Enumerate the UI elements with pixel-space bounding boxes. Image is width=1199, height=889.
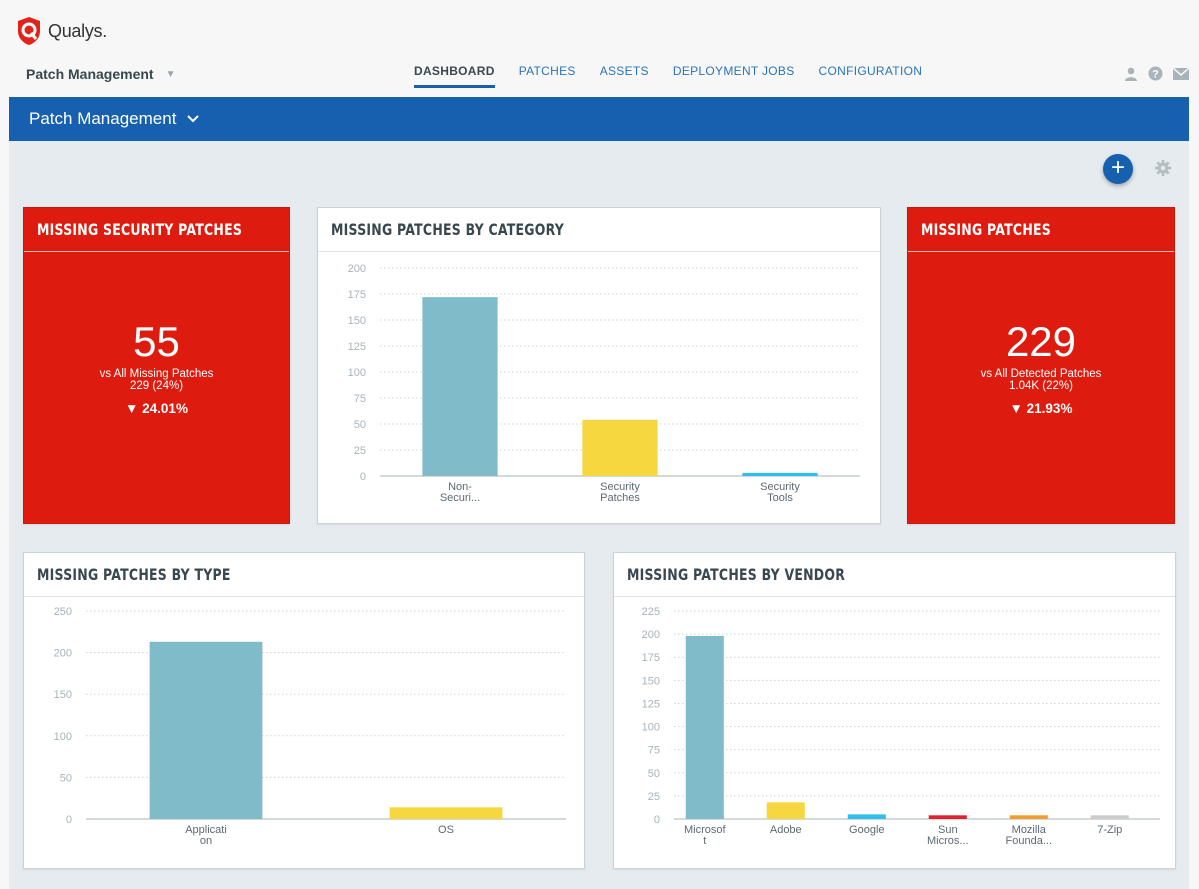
kpi-comparison-label: vs All Missing Patches (99, 368, 214, 380)
bar (422, 297, 498, 476)
bar (389, 807, 503, 819)
kpi-comparison: vs All Missing Patches 229 (24%) (24, 368, 289, 392)
add-widget-button[interactable]: + (1103, 154, 1133, 184)
dashboard-title: Patch Management (29, 109, 177, 128)
y-tick-label: 50 (648, 768, 660, 780)
bar (582, 419, 658, 476)
y-tick-label: 0 (66, 814, 72, 826)
app-name-label: Patch Management (26, 66, 154, 82)
y-tick-label: 25 (354, 445, 366, 457)
y-tick-label: 150 (348, 315, 366, 327)
chevron-down-icon (187, 115, 200, 123)
y-tick-label: 225 (642, 606, 660, 618)
x-tick-label: Micros... (927, 835, 969, 847)
y-tick-label: 200 (642, 629, 660, 641)
widget-title: MISSING PATCHES (908, 208, 1174, 252)
y-tick-label: 75 (354, 393, 366, 405)
y-tick-label: 25 (648, 791, 660, 803)
y-tick-label: 125 (642, 698, 660, 710)
y-tick-label: 0 (360, 471, 366, 483)
top-bar: Qualys. Patch Management ▼ DASHBOARD PAT… (0, 0, 1199, 96)
top-icons: ? (1124, 66, 1189, 81)
x-tick-label: Founda... (1006, 835, 1052, 847)
bar (149, 641, 263, 819)
x-tick-label: t (703, 835, 706, 847)
tab-dashboard[interactable]: DASHBOARD (414, 64, 495, 88)
x-tick-label: Adobe (770, 824, 802, 836)
tab-deployment-jobs[interactable]: DEPLOYMENT JOBS (673, 64, 795, 88)
y-tick-label: 50 (60, 772, 72, 784)
help-icon[interactable]: ? (1148, 66, 1163, 81)
bar (928, 815, 967, 819)
qualys-shield-icon (18, 17, 40, 45)
x-tick-label: Tools (767, 492, 793, 504)
x-tick-label: OS (438, 824, 454, 836)
bar (685, 635, 724, 819)
mail-icon[interactable] (1173, 67, 1189, 80)
kpi-delta: ▼ 21.93% (1009, 401, 1073, 416)
vendor-bar-chart: 0255075100125150175200225MicrosoftAdobe G… (642, 606, 1160, 847)
y-tick-label: 100 (54, 731, 72, 743)
caret-down-icon: ▼ (165, 68, 176, 80)
x-tick-label: Patches (600, 492, 640, 504)
bar (1090, 815, 1129, 819)
y-tick-label: 150 (54, 689, 72, 701)
kpi-value: 229 (1005, 318, 1077, 365)
widget-title: MISSING PATCHES BY VENDOR (614, 553, 1175, 597)
type-bar-chart: 050100150200250ApplicationOS (54, 606, 566, 847)
x-tick-label: 7-Zip (1097, 824, 1122, 836)
widget-missing-patches[interactable]: MISSING PATCHES 229 vs All Detected Patc… (907, 207, 1175, 524)
gear-icon[interactable] (1154, 159, 1172, 177)
kpi-value: 55 (133, 318, 180, 365)
y-tick-label: 200 (54, 648, 72, 660)
y-tick-label: 100 (642, 722, 660, 734)
widget-missing-patches-by-vendor[interactable]: MISSING PATCHES BY VENDOR 0 25 50 75 100 125 1… (613, 552, 1176, 869)
y-tick-label: 250 (54, 606, 72, 618)
qualys-logo[interactable]: Qualys. (16, 16, 107, 46)
y-tick-label: 175 (642, 652, 660, 664)
dashboard-selector[interactable]: Patch Management (9, 97, 1189, 141)
y-tick-label: 175 (348, 289, 366, 301)
logo-text: Qualys. (48, 20, 107, 41)
main-nav: DASHBOARD PATCHES ASSETS DEPLOYMENT JOBS… (414, 64, 922, 88)
bar (742, 472, 818, 476)
svg-text:?: ? (1152, 69, 1159, 81)
kpi-comparison-label: vs All Detected Patches (980, 368, 1102, 380)
widget-title: MISSING SECURITY PATCHES (24, 208, 289, 252)
x-tick-label: on (200, 835, 212, 847)
plus-icon: + (1110, 154, 1125, 181)
y-tick-label: 200 (348, 263, 366, 275)
y-tick-label: 150 (642, 675, 660, 687)
kpi-comparison-value: 1.04K (22%) (1009, 380, 1073, 392)
widget-title: MISSING PATCHES BY TYPE (24, 553, 584, 597)
widget-missing-patches-by-category[interactable]: MISSING PATCHES BY CATEGORY 0 25 50 75 100 12… (317, 207, 881, 524)
kpi-delta: ▼ 24.01% (125, 401, 188, 416)
tab-patches[interactable]: PATCHES (519, 64, 576, 88)
bar (847, 814, 886, 819)
x-tick-label: Securi... (440, 492, 480, 504)
y-tick-label: 0 (654, 814, 660, 826)
y-tick-label: 75 (648, 745, 660, 757)
tab-assets[interactable]: ASSETS (600, 64, 649, 88)
widget-title: MISSING PATCHES BY CATEGORY (318, 208, 880, 252)
category-bar-chart: 0255075100125150175200Non-Securi...Secur… (348, 263, 860, 504)
x-tick-label: Google (849, 824, 884, 836)
bar (766, 802, 805, 819)
kpi-comparison: vs All Detected Patches 1.04K (22%) (908, 368, 1174, 392)
y-tick-label: 100 (348, 367, 366, 379)
kpi-comparison-value: 229 (24%) (129, 380, 184, 392)
user-icon[interactable] (1124, 67, 1138, 81)
widget-missing-security-patches[interactable]: MISSING SECURITY PATCHES 55 vs All Missi… (23, 207, 290, 524)
widget-missing-patches-by-type[interactable]: MISSING PATCHES BY TYPE 0 50 100 150 200 250 A… (23, 552, 585, 869)
app-switcher[interactable]: Patch Management ▼ (26, 66, 176, 82)
bar (1009, 815, 1048, 819)
y-tick-label: 125 (348, 341, 366, 353)
y-tick-label: 50 (354, 419, 366, 431)
tab-configuration[interactable]: CONFIGURATION (819, 64, 923, 88)
